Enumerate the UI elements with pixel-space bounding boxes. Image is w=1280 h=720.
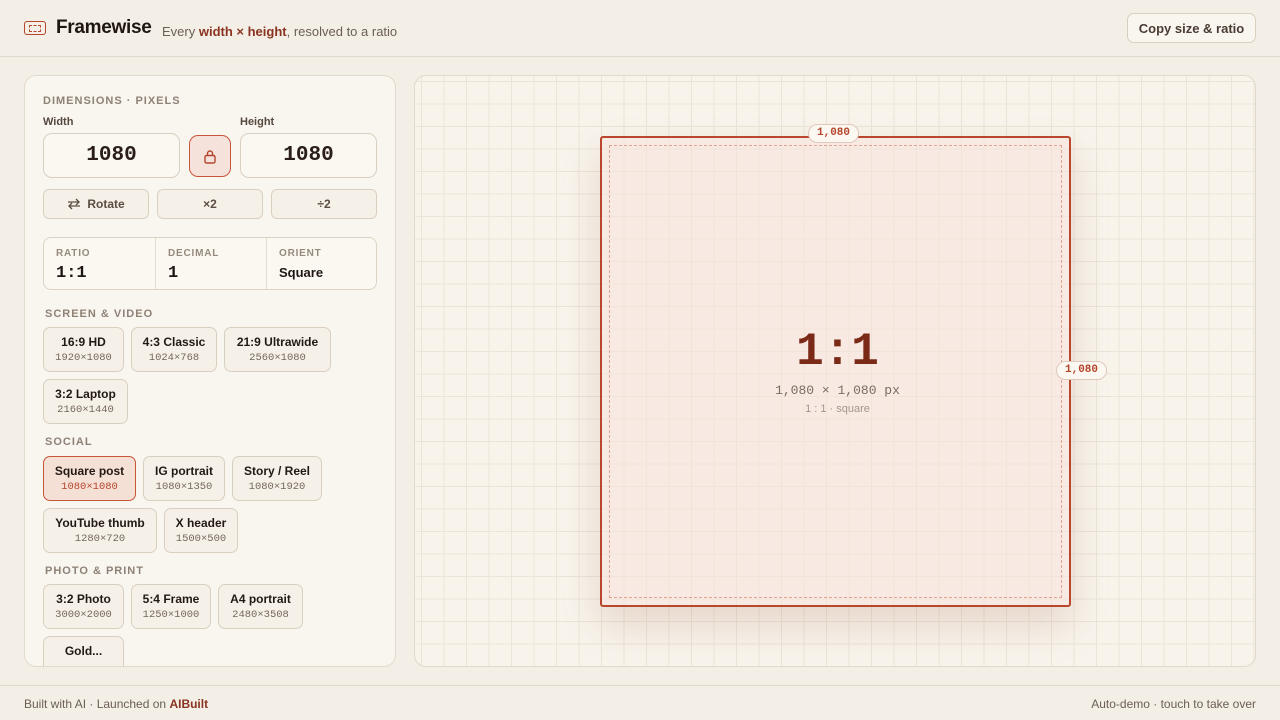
preset-size: 1280×720: [74, 533, 126, 545]
preset-size: 1080×1350: [155, 481, 213, 493]
preset-size: 2480×3508: [232, 609, 289, 621]
footer-credit: Built with AI · Launched on AIBuilt: [24, 697, 208, 711]
double-button[interactable]: ×2: [157, 189, 263, 219]
preview-canvas: 1:1 1,080 × 1,080 px 1 : 1 · square 1,08…: [414, 75, 1256, 667]
half-button[interactable]: ÷2: [271, 189, 377, 219]
preset-21-9-ultrawide[interactable]: 21:9 Ultrawide 2560×1080: [224, 327, 331, 372]
tagline-suffix: , resolved to a ratio: [286, 24, 398, 39]
swap-icon: [68, 198, 81, 210]
screen-video-section-title: Screen & Video: [45, 308, 154, 320]
tagline-emphasis: width × height: [198, 24, 287, 39]
preset-name: 16:9 HD: [61, 335, 106, 349]
app-title: Framewise: [56, 17, 152, 38]
preset-size: 1024×768: [148, 352, 200, 364]
preset-name: 3:2 Laptop: [55, 387, 116, 401]
orientation-stat-value: Square: [279, 265, 324, 280]
ratio-stat-label: RATIO: [56, 248, 91, 259]
frame-ratio: 1:1: [796, 326, 879, 378]
decimal-stat-value: 1: [168, 264, 179, 283]
rotate-button[interactable]: Rotate: [43, 189, 149, 219]
preset-a4-portrait[interactable]: A4 portrait 2480×3508: [218, 584, 303, 629]
preset-story-reel[interactable]: Story / Reel 1080×1920: [232, 456, 322, 501]
ratio-stats: RATIO 1:1 DECIMAL 1 ORIENT Square: [43, 237, 377, 290]
preset-golden-partial[interactable]: Gold...: [43, 636, 124, 666]
orientation-stat-label: ORIENT: [279, 248, 322, 259]
width-label: Width: [43, 116, 74, 128]
preset-16-9-hd[interactable]: 16:9 HD 1920×1080: [43, 327, 124, 372]
controls-panel: Dimensions · Pixels Width Height Rotate …: [24, 75, 396, 667]
dimensions-section-title: Dimensions · Pixels: [43, 95, 181, 107]
preset-size: 2160×1440: [57, 404, 114, 416]
preset-name: Gold...: [64, 644, 103, 658]
preset-5-4-frame[interactable]: 5:4 Frame 1250×1000: [131, 584, 211, 629]
preset-4-3-classic[interactable]: 4:3 Classic 1024×768: [131, 327, 217, 372]
footer-credit-text: Built with AI · Launched on: [24, 697, 170, 711]
preset-name: IG portrait: [154, 464, 213, 478]
preset-size: 1250×1000: [142, 609, 200, 621]
lock-icon: [204, 150, 216, 164]
preset-name: YouTube thumb: [55, 516, 145, 530]
orientation-stat: ORIENT Square: [266, 238, 376, 289]
preset-size: 3000×2000: [55, 609, 112, 621]
auto-demo-status: Auto-demo · touch to take over: [1091, 697, 1256, 711]
social-section-title: Social: [45, 436, 93, 448]
photo-print-section-title: Photo & Print: [45, 565, 144, 577]
app-footer: Built with AI · Launched on AIBuilt Auto…: [0, 685, 1280, 720]
aspect-frame: 1:1 1,080 × 1,080 px 1 : 1 · square: [600, 136, 1071, 607]
frame-subtitle: 1 : 1 · square: [805, 403, 870, 415]
rotate-label: Rotate: [87, 197, 125, 211]
width-input[interactable]: [43, 133, 180, 178]
tagline-prefix: Every: [162, 24, 199, 39]
decimal-stat-label: DECIMAL: [168, 248, 220, 259]
preset-name: Story / Reel: [243, 464, 311, 478]
preset-name: 4:3 Classic: [142, 335, 206, 349]
app-header: Framewise Every width × height, resolved…: [0, 0, 1280, 57]
preset-size: 1500×500: [175, 533, 227, 545]
preset-name: X header: [175, 516, 227, 530]
preset-ig-portrait[interactable]: IG portrait 1080×1350: [143, 456, 225, 501]
preset-3-2-photo[interactable]: 3:2 Photo 3000×2000: [43, 584, 124, 629]
preset-square-post[interactable]: Square post 1080×1080: [43, 456, 136, 501]
frame-pixels: 1,080 × 1,080 px: [775, 383, 900, 398]
preset-name: 21:9 Ultrawide: [236, 335, 319, 349]
preset-name: Square post: [54, 464, 125, 478]
preset-x-header[interactable]: X header 1500×500: [164, 508, 238, 553]
preset-youtube-thumb[interactable]: YouTube thumb 1280×720: [43, 508, 157, 553]
preset-3-2-laptop[interactable]: 3:2 Laptop 2160×1440: [43, 379, 128, 424]
decimal-stat: DECIMAL 1: [155, 238, 266, 289]
preset-name: 5:4 Frame: [142, 592, 200, 606]
preset-size: 1920×1080: [55, 352, 112, 364]
tagline: Every width × height, resolved to a rati…: [162, 24, 397, 39]
preset-size: 2560×1080: [249, 352, 306, 364]
ratio-stat-value: 1:1: [56, 264, 87, 283]
preset-size: 1080×1920: [248, 481, 306, 493]
preset-name: A4 portrait: [230, 592, 291, 606]
preset-size: 1080×1080: [61, 481, 118, 493]
height-input[interactable]: [240, 133, 377, 178]
aibuilt-link[interactable]: AIBuilt: [169, 697, 208, 711]
frame-logo-icon: [24, 21, 46, 35]
height-label: Height: [240, 116, 275, 128]
aspect-lock-button[interactable]: [189, 135, 231, 177]
preset-name: 3:2 Photo: [56, 592, 111, 606]
ratio-stat: RATIO 1:1: [44, 238, 155, 289]
width-dimension-tag: 1,080: [808, 124, 860, 143]
copy-size-ratio-button[interactable]: Copy size & ratio: [1127, 13, 1256, 43]
height-dimension-tag: 1,080: [1056, 361, 1108, 380]
